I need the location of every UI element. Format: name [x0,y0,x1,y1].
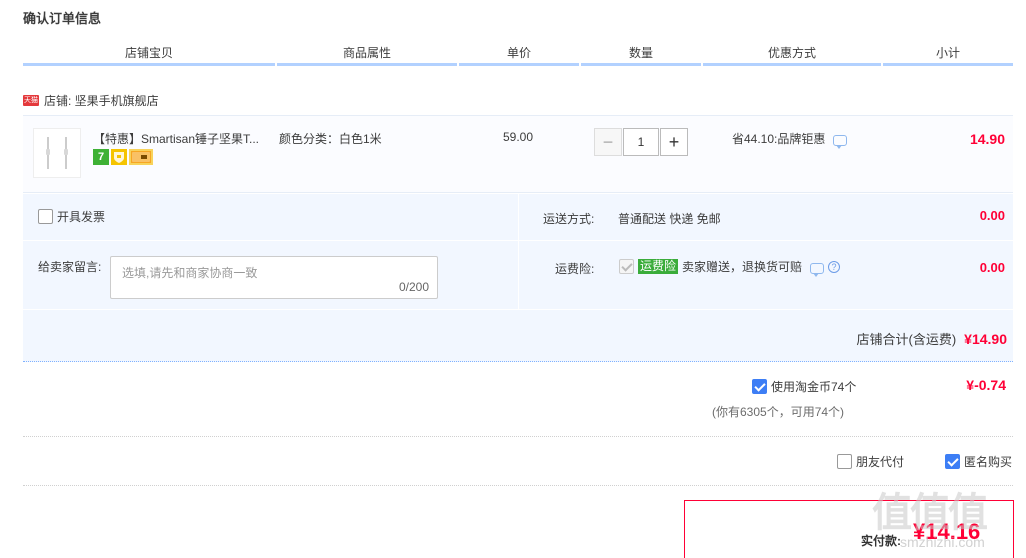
insurance-label: 运费险: [555,262,595,276]
card-payment-icon[interactable] [129,149,153,165]
column-header-attr: 商品属性 [277,46,457,66]
quantity-stepper: − 1 + [594,128,688,156]
quantity-input[interactable]: 1 [623,128,659,156]
column-header: 店铺宝贝 商品属性 单价 数量 优惠方式 小计 [23,46,1013,66]
chat-bubble-icon[interactable] [833,135,848,149]
insurance-text: 卖家赠送，退换货可赔 [682,260,803,274]
shop-row: 天猫 店铺: 坚果手机旗舰店 [23,92,159,108]
shipping-fee: 0.00 [979,208,1005,223]
invoice-label: 开具发票 [57,210,106,224]
product-thumbnail[interactable] [33,128,81,178]
column-header-price: 单价 [459,46,579,66]
column-header-quantity: 数量 [581,46,701,66]
divider [23,485,1013,486]
chat-bubble-icon[interactable] [810,263,825,277]
insurance-checkbox [619,259,634,274]
order-options-panel: 开具发票 运送方式: 普通配送 快递 免邮 0.00 给卖家留言: 选填,请先和… [23,194,1013,362]
column-header-item: 店铺宝贝 [23,46,275,66]
shop-name-link[interactable]: 店铺: 坚果手机旗舰店 [44,92,159,109]
divider [518,194,519,309]
shop-total-amount: ¥14.90 [964,331,1007,347]
anonymous-buy-label: 匿名购买 [964,455,1013,469]
anonymous-buy-option[interactable]: 匿名购买 [945,453,1012,470]
help-icon[interactable]: ? [828,260,841,273]
taojinbi-amount: ¥-0.74 [966,377,1006,393]
quantity-increase-button[interactable]: + [660,128,688,156]
seller-message-placeholder: 选填,请先和商家协商一致 [122,266,258,280]
product-attribute: 颜色分类：白色1米 [279,132,382,146]
anonymous-buy-checkbox[interactable] [945,454,960,469]
payment-label: 实付款: [861,534,901,548]
column-header-promo: 优惠方式 [703,46,881,66]
insurance-option: 运费险 卖家赠送，退换货可赔 ? [619,258,841,277]
order-item-row: 【特惠】Smartisan锤子坚果T... 7 颜色分类：白色1米 59.00 … [23,115,1013,193]
friend-pay-checkbox[interactable] [837,454,852,469]
taojinbi-checkbox[interactable] [752,379,767,394]
column-header-subtotal: 小计 [883,46,1013,66]
seller-message-input[interactable]: 选填,请先和商家协商一致 0/200 [110,256,438,299]
seven-day-return-icon[interactable]: 7 [93,149,109,165]
promo-text: 省44.10:品牌钜惠 [732,132,826,146]
shipping-method: 普通配送 快递 免邮 [618,212,721,226]
friend-pay-option[interactable]: 朋友代付 [837,453,904,470]
quantity-decrease-button[interactable]: − [594,128,622,156]
tmall-icon: 天猫 [23,94,39,106]
seller-message-label: 给卖家留言: [38,260,102,274]
taojinbi-note: (你有6305个，可用74个) [712,405,845,419]
invoice-checkbox[interactable] [38,209,53,224]
taojinbi-label: 使用淘金币74个 [771,380,857,394]
insurance-fee: 0.00 [979,260,1005,275]
payment-summary-box: 实付款: ¥14.16 [684,500,1014,558]
guarantee-icon[interactable] [111,149,127,165]
item-subtotal: 14.90 [969,131,1005,147]
shipping-label: 运送方式: [543,212,595,226]
taojinbi-option[interactable]: 使用淘金币74个 [752,378,856,395]
friend-pay-label: 朋友代付 [856,455,905,469]
invoice-option[interactable]: 开具发票 [38,208,105,225]
divider [23,309,1013,310]
plug-graphic [64,149,68,155]
page-title: 确认订单信息 [23,11,102,26]
service-badges: 7 [93,149,153,165]
seller-message-counter: 0/200 [398,280,429,294]
plug-graphic [46,149,50,155]
product-title-link[interactable]: 【特惠】Smartisan锤子坚果T... [93,130,273,147]
shop-total: 店铺合计(含运费) ¥14.90 [857,329,1008,348]
insurance-tag: 运费险 [638,259,679,274]
payment-amount: ¥14.16 [913,519,981,544]
shop-total-label: 店铺合计(含运费) [856,332,957,347]
promo-info: 省44.10:品牌钜惠 [732,130,848,149]
divider [23,436,1013,437]
unit-price: 59.00 [503,130,534,144]
